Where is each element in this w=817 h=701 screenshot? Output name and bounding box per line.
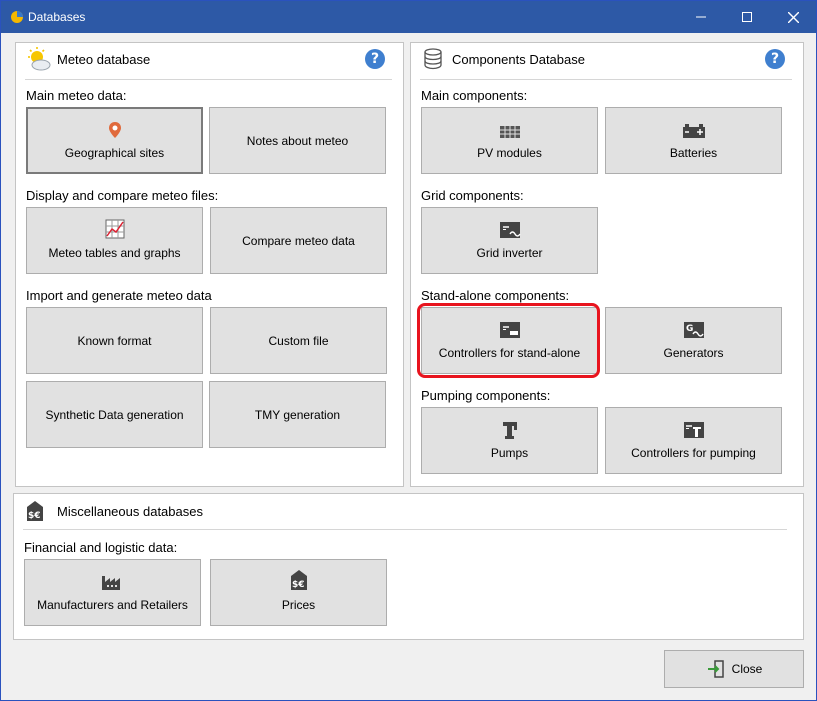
pump-icon — [502, 422, 517, 439]
manufacturers-retailers-button[interactable]: Manufacturers and Retailers — [24, 559, 201, 626]
misc-divider — [23, 529, 787, 530]
synthetic-data-generation-label: Synthetic Data generation — [45, 407, 184, 422]
pv-modules-button[interactable]: PV modules — [421, 107, 598, 174]
svg-text:$€: $€ — [28, 511, 41, 521]
grid-components-label: Grid components: — [421, 188, 524, 203]
known-format-button[interactable]: Known format — [26, 307, 203, 374]
notes-about-meteo-button[interactable]: Notes about meteo — [209, 107, 386, 174]
main-components-label: Main components: — [421, 88, 528, 103]
databases-window: Databases Meteo database ? Main meteo da… — [0, 0, 817, 701]
generator-icon: G — [683, 322, 704, 338]
pv-modules-label: PV modules — [477, 146, 542, 160]
prices-icon: $€ — [290, 570, 307, 590]
geographical-sites-label: Geographical sites — [64, 146, 165, 160]
price-tags-icon: $€ — [27, 501, 43, 521]
minimize-button[interactable] — [678, 1, 724, 33]
known-format-label: Known format — [77, 333, 152, 348]
meteo-tables-graphs-label: Meteo tables and graphs — [48, 246, 181, 260]
close-icon — [787, 11, 799, 23]
stand-alone-components-label: Stand-alone components: — [421, 288, 570, 303]
import-generate-label: Import and generate meteo data — [26, 288, 212, 303]
synthetic-data-generation-button[interactable]: Synthetic Data generation — [26, 381, 203, 448]
components-help-icon[interactable]: ? — [765, 49, 785, 69]
app-icon — [11, 11, 23, 23]
tmy-generation-button[interactable]: TMY generation — [209, 381, 386, 448]
grid-inverter-label: Grid inverter — [476, 246, 543, 260]
pumps-label: Pumps — [490, 446, 529, 460]
meteo-divider — [25, 79, 392, 80]
tmy-generation-label: TMY generation — [254, 407, 341, 422]
financial-logistic-label: Financial and logistic data: — [24, 540, 178, 555]
batteries-button[interactable]: Batteries — [605, 107, 782, 174]
exit-icon — [707, 660, 724, 678]
database-icon — [424, 48, 442, 70]
miscellaneous-databases-title: Miscellaneous databases — [57, 504, 203, 519]
pump-controller-icon — [683, 422, 704, 438]
custom-file-label: Custom file — [268, 333, 329, 348]
geographical-sites-button[interactable]: Geographical sites — [26, 107, 203, 174]
highlight-box — [417, 303, 600, 378]
battery-icon — [682, 124, 705, 138]
controllers-pumping-label: Controllers for pumping — [631, 446, 756, 460]
batteries-label: Batteries — [669, 146, 718, 160]
meteo-help-icon[interactable]: ? — [365, 49, 385, 69]
prices-label: Prices — [281, 598, 316, 612]
maximize-icon — [742, 12, 752, 22]
meteo-database-title: Meteo database — [57, 52, 151, 67]
main-meteo-data-label: Main meteo data: — [26, 88, 127, 103]
window-title: Databases — [28, 10, 86, 24]
components-divider — [420, 79, 792, 80]
manufacturers-retailers-label: Manufacturers and Retailers — [37, 598, 188, 612]
compare-meteo-data-label: Compare meteo data — [242, 233, 355, 248]
close-button[interactable]: Close — [664, 650, 804, 688]
maximize-button[interactable] — [724, 1, 770, 33]
minimize-icon — [696, 16, 706, 18]
sun-cloud-icon — [28, 47, 51, 71]
pumping-components-label: Pumping components: — [421, 388, 551, 403]
custom-file-button[interactable]: Custom file — [210, 307, 387, 374]
pv-module-icon — [499, 126, 520, 138]
compare-meteo-data-button[interactable]: Compare meteo data — [210, 207, 387, 274]
generators-button[interactable]: G Generators — [605, 307, 782, 374]
factory-icon — [101, 576, 120, 590]
prices-button[interactable]: $€ Prices — [210, 559, 387, 626]
table-graph-icon — [105, 219, 124, 239]
title-bar[interactable]: Databases — [1, 1, 816, 33]
display-compare-label: Display and compare meteo files: — [26, 188, 219, 203]
grid-inverter-button[interactable]: Grid inverter — [421, 207, 598, 274]
components-database-title: Components Database — [452, 52, 585, 67]
generators-label: Generators — [663, 346, 724, 360]
close-label: Close — [731, 662, 763, 676]
svg-text:G: G — [686, 324, 693, 334]
map-pin-icon — [108, 122, 121, 138]
close-window-button[interactable] — [770, 1, 816, 33]
controllers-pumping-button[interactable]: Controllers for pumping — [605, 407, 782, 474]
svg-text:$€: $€ — [292, 580, 305, 590]
pumps-button[interactable]: Pumps — [421, 407, 598, 474]
meteo-tables-graphs-button[interactable]: Meteo tables and graphs — [26, 207, 203, 274]
notes-about-meteo-label: Notes about meteo — [246, 133, 349, 148]
inverter-icon — [499, 222, 521, 238]
